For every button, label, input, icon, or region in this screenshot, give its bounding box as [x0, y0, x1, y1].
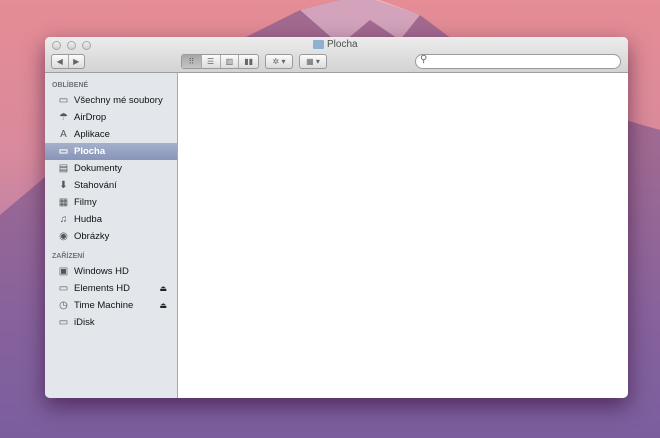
pictures-icon: ◉ — [59, 231, 68, 242]
favorites-header: OBLÍBENÉ — [52, 81, 89, 89]
sidebar-item-label: Obrázky — [74, 231, 110, 242]
column-view-button[interactable]: ▥ — [221, 55, 240, 68]
arrange-icon: ▦ ▾ — [306, 57, 320, 66]
nav-buttons: ◀ ▶ — [51, 54, 85, 69]
view-buttons: ⠿ ☰ ▥ ▮▮ — [181, 54, 259, 69]
sidebar-item-label: Plocha — [74, 146, 106, 157]
movies-icon: ▦ — [58, 197, 69, 208]
applications-icon: A — [60, 129, 67, 140]
sidebar-item-label: AirDrop — [74, 112, 107, 123]
sidebar: OBLÍBENÉ ▭ Všechny mé soubory ☂ AirDrop A Apl… — [45, 73, 178, 398]
folder-icon — [313, 40, 324, 49]
sidebar-item-aplikace[interactable]: A Aplikace — [45, 126, 177, 143]
all-files-icon: ▭ — [58, 95, 69, 106]
disk-icon: ▭ — [58, 283, 69, 294]
window-title: Plocha — [313, 39, 358, 50]
sidebar-item-label: Dokumenty — [74, 163, 123, 174]
search-input[interactable]: ⚲ — [415, 54, 621, 69]
sidebar-item-label: Hudba — [74, 214, 102, 225]
arrange-button[interactable]: ▦ ▾ — [299, 54, 327, 69]
coverflow-view-button[interactable]: ▮▮ — [239, 55, 258, 68]
back-button[interactable]: ◀ — [52, 55, 69, 68]
disk-icon: ▣ — [58, 266, 69, 277]
minimize-button[interactable] — [67, 41, 76, 50]
music-icon: ♫ — [59, 214, 68, 225]
title-text: Plocha — [327, 39, 358, 50]
idisk-icon: ▭ — [58, 317, 69, 328]
documents-icon: ▤ — [58, 163, 69, 174]
icon-view-button[interactable]: ⠿ — [182, 55, 202, 68]
airdrop-icon: ☂ — [59, 112, 68, 123]
sidebar-item-dokumenty[interactable]: ▤ Dokumenty — [45, 160, 177, 177]
sidebar-item-filmy[interactable]: ▦ Filmy — [45, 194, 177, 211]
downloads-icon: ⬇ — [59, 180, 68, 191]
content-area[interactable] — [179, 73, 628, 398]
sidebar-item-idisk[interactable]: ▭ iDisk — [45, 314, 177, 331]
time-machine-icon: ◷ — [59, 300, 68, 311]
sidebar-item-windows-hd[interactable]: ▣ Windows HD — [45, 263, 177, 280]
devices-header: ZAŘÍZENÍ — [52, 252, 85, 260]
sidebar-item-label: Stahování — [74, 180, 117, 191]
search-icon: ⚲ — [420, 54, 428, 65]
zoom-button[interactable] — [82, 41, 91, 50]
eject-icon[interactable]: ⏏ — [159, 284, 167, 293]
sidebar-item-label: Windows HD — [74, 266, 129, 277]
list-view-button[interactable]: ☰ — [202, 55, 221, 68]
sidebar-item-label: Time Machine — [74, 300, 134, 311]
sidebar-item-label: iDisk — [74, 317, 95, 328]
sidebar-item-všechny-mé-soubory[interactable]: ▭ Všechny mé soubory — [45, 92, 177, 109]
sidebar-item-label: Elements HD — [74, 283, 130, 294]
sidebar-item-label: Filmy — [74, 197, 97, 208]
sidebar-item-time-machine[interactable]: ◷ Time Machine ⏏ — [45, 297, 177, 314]
finder-window: Plocha ◀ ▶ ⠿ ☰ ▥ ▮▮ ✲ ▾ ▦ ▾ ⚲ OBLÍBENÉ ▭… — [45, 37, 628, 398]
sidebar-item-label: Všechny mé soubory — [74, 95, 163, 106]
sidebar-item-elements-hd[interactable]: ▭ Elements HD ⏏ — [45, 280, 177, 297]
sidebar-item-plocha[interactable]: ▭ Plocha — [45, 143, 177, 160]
desktop-icon: ▭ — [58, 146, 69, 157]
close-button[interactable] — [52, 41, 61, 50]
eject-icon[interactable]: ⏏ — [159, 301, 167, 310]
gear-icon: ✲ ▾ — [272, 57, 286, 66]
sidebar-item-stahování[interactable]: ⬇ Stahování — [45, 177, 177, 194]
sidebar-item-obrázky[interactable]: ◉ Obrázky — [45, 228, 177, 245]
sidebar-item-hudba[interactable]: ♫ Hudba — [45, 211, 177, 228]
action-button[interactable]: ✲ ▾ — [265, 54, 293, 69]
sidebar-item-airdrop[interactable]: ☂ AirDrop — [45, 109, 177, 126]
toolbar: Plocha ◀ ▶ ⠿ ☰ ▥ ▮▮ ✲ ▾ ▦ ▾ ⚲ — [45, 37, 628, 73]
sidebar-item-label: Aplikace — [74, 129, 110, 140]
forward-button[interactable]: ▶ — [69, 55, 85, 68]
